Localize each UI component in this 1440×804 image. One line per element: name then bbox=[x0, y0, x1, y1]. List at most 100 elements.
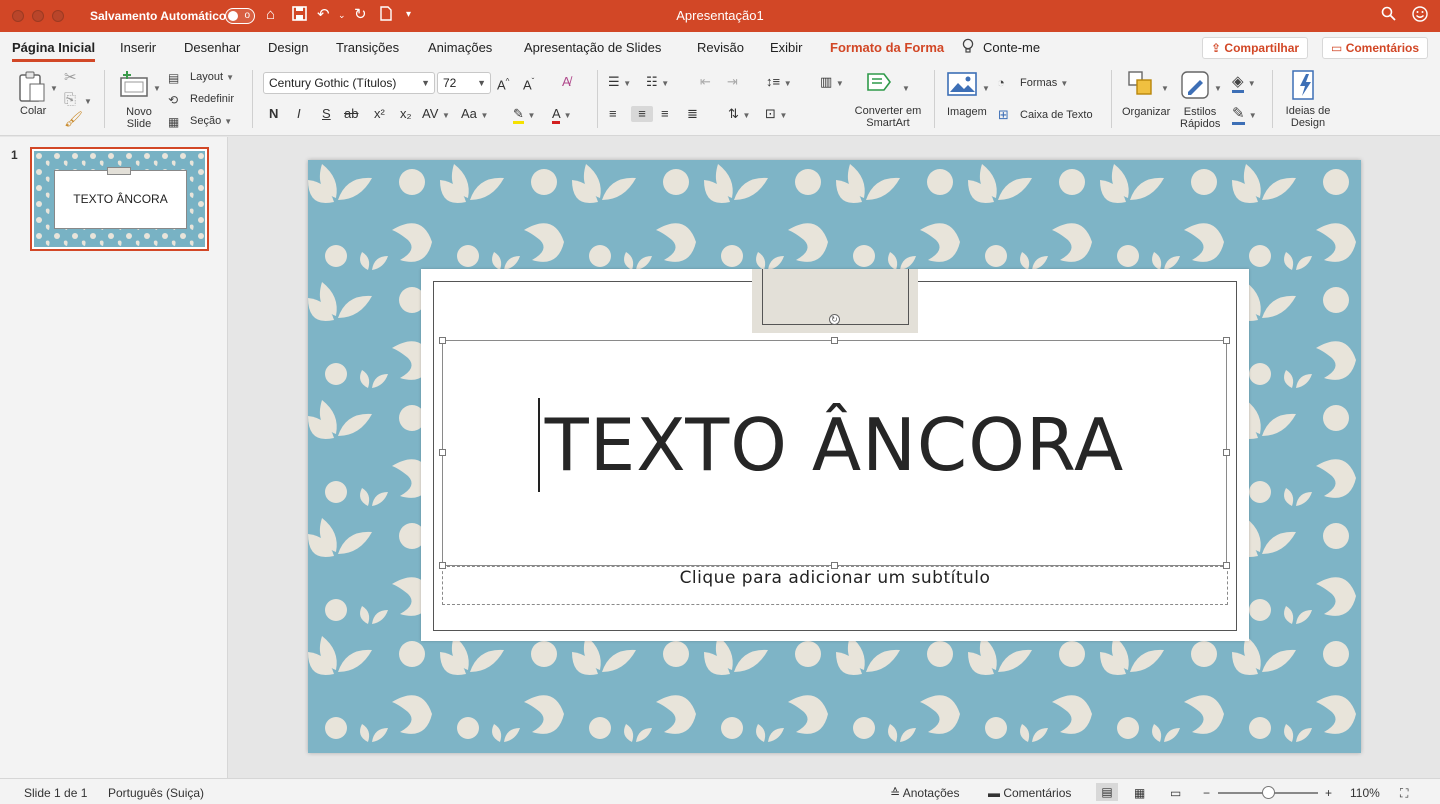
customize-toolbar-icon[interactable]: ▾ bbox=[406, 6, 411, 24]
character-spacing-button[interactable]: AV ▼ bbox=[422, 106, 450, 124]
tab-revisao[interactable]: Revisão bbox=[697, 40, 744, 55]
section-button[interactable]: Seção ▼ bbox=[190, 115, 232, 127]
cut-icon[interactable]: ✂ bbox=[64, 70, 77, 86]
bold-button[interactable]: N bbox=[269, 106, 278, 122]
tab-design[interactable]: Design bbox=[268, 40, 308, 55]
subtitle-placeholder-text[interactable]: Clique para adicionar um subtítulo bbox=[442, 568, 1228, 588]
save-icon[interactable] bbox=[292, 6, 307, 26]
increase-indent-icon[interactable]: ⇥ bbox=[727, 74, 738, 90]
paste-icon[interactable] bbox=[14, 70, 50, 109]
zoom-window-button[interactable] bbox=[52, 10, 64, 22]
new-document-icon[interactable] bbox=[380, 6, 392, 26]
slide-title-text[interactable]: TEXTO ÂNCORA bbox=[442, 402, 1227, 488]
shapes-button[interactable]: Formas ▼ bbox=[1020, 77, 1068, 89]
layout-icon[interactable]: ▤ bbox=[168, 70, 179, 86]
reading-view-icon[interactable]: ▭ bbox=[1170, 786, 1181, 800]
textbox-icon[interactable]: ⊞ bbox=[998, 107, 1009, 123]
highlight-color-button[interactable]: ✎ ▼ bbox=[513, 106, 535, 124]
arrange-dropdown-icon[interactable]: ▼ bbox=[1161, 82, 1169, 94]
align-center-icon[interactable]: ≡ bbox=[631, 106, 653, 122]
superscript-button[interactable]: x² bbox=[374, 106, 385, 122]
increase-font-icon[interactable]: A^ bbox=[497, 74, 509, 93]
rotate-handle-icon[interactable]: ↻ bbox=[829, 314, 840, 325]
layout-button[interactable]: Layout ▼ bbox=[190, 71, 234, 83]
zoom-level[interactable]: 110% bbox=[1350, 786, 1380, 800]
resize-handle[interactable] bbox=[439, 337, 446, 344]
bullets-button[interactable]: ☰ ▼ bbox=[608, 74, 631, 92]
search-icon[interactable] bbox=[1381, 6, 1396, 26]
copy-icon[interactable]: ⎘ bbox=[64, 92, 76, 108]
shapes-icon[interactable]: ◔ bbox=[997, 75, 1005, 91]
underline-button[interactable]: S bbox=[322, 106, 331, 122]
smartart-icon[interactable] bbox=[866, 70, 896, 99]
zoom-out-icon[interactable]: − bbox=[1203, 786, 1210, 800]
shape-outline-button[interactable]: ✎ ▼ bbox=[1232, 105, 1257, 125]
convert-smartart-button[interactable]: Converter em SmartArt bbox=[853, 105, 923, 129]
tab-exibir[interactable]: Exibir bbox=[770, 40, 803, 55]
quick-styles-dropdown-icon[interactable]: ▼ bbox=[1214, 82, 1222, 94]
status-comments-button[interactable]: ▬ Comentários bbox=[988, 786, 1071, 800]
align-text-button[interactable]: ⊡ ▼ bbox=[765, 106, 787, 124]
font-name-select[interactable]: Century Gothic (Títulos) ▼ bbox=[263, 72, 435, 94]
reset-button[interactable]: Redefinir bbox=[190, 93, 234, 105]
design-ideas-icon[interactable] bbox=[1290, 68, 1320, 107]
zoom-in-icon[interactable]: + bbox=[1325, 786, 1332, 800]
quick-styles-icon[interactable] bbox=[1180, 70, 1210, 105]
resize-handle[interactable] bbox=[831, 337, 838, 344]
comments-button[interactable]: ▭ Comentários bbox=[1322, 37, 1429, 59]
new-slide-dropdown-icon[interactable]: ▼ bbox=[153, 82, 161, 94]
close-window-button[interactable] bbox=[12, 10, 24, 22]
tab-animacoes[interactable]: Animações bbox=[428, 40, 492, 55]
columns-button[interactable]: ▥ ▼ bbox=[820, 74, 844, 92]
textbox-button[interactable]: Caixa de Texto bbox=[1020, 109, 1093, 121]
picture-icon[interactable] bbox=[947, 72, 977, 101]
redo-icon[interactable]: ↻ bbox=[354, 6, 367, 24]
home-icon[interactable]: ⌂ bbox=[266, 6, 275, 24]
change-case-button[interactable]: Aa ▼ bbox=[461, 106, 488, 124]
subscript-button[interactable]: x₂ bbox=[400, 106, 412, 122]
paste-dropdown-icon[interactable]: ▼ bbox=[50, 82, 58, 94]
new-slide-icon[interactable] bbox=[117, 70, 153, 103]
normal-view-icon[interactable]: ▤ bbox=[1096, 783, 1118, 801]
font-color-button[interactable]: A ▼ bbox=[552, 106, 572, 124]
text-direction-button[interactable]: ⇅ ▼ bbox=[728, 106, 750, 124]
slide-sorter-view-icon[interactable]: ▦ bbox=[1134, 786, 1145, 800]
tab-inserir[interactable]: Inserir bbox=[120, 40, 156, 55]
format-painter-icon[interactable]: 🖌 bbox=[64, 112, 83, 128]
language-indicator[interactable]: Português (Suiça) bbox=[108, 786, 204, 800]
line-spacing-button[interactable]: ↕≡ ▼ bbox=[766, 74, 792, 92]
undo-icon[interactable]: ↶ bbox=[317, 6, 330, 24]
strikethrough-button[interactable]: ab bbox=[344, 106, 358, 122]
decrease-indent-icon[interactable]: ⇤ bbox=[700, 74, 711, 90]
reset-icon[interactable]: ⟲ bbox=[168, 92, 178, 108]
decrease-font-icon[interactable]: Aˇ bbox=[523, 74, 534, 93]
tab-pagina-inicial[interactable]: Página Inicial bbox=[12, 40, 96, 62]
slide-thumbnail[interactable]: TEXTO ÂNCORA bbox=[30, 147, 209, 251]
font-size-select[interactable]: 72 ▼ bbox=[437, 72, 491, 94]
smartart-dropdown-icon[interactable]: ▼ bbox=[902, 82, 910, 94]
tab-formato-da-forma[interactable]: Formato da Forma bbox=[830, 40, 944, 55]
smiley-feedback-icon[interactable] bbox=[1412, 6, 1428, 27]
autosave-toggle[interactable]: o bbox=[225, 8, 255, 24]
align-right-icon[interactable]: ≡ bbox=[661, 106, 669, 122]
zoom-slider-handle[interactable] bbox=[1262, 786, 1275, 799]
section-icon[interactable]: ▦ bbox=[168, 114, 179, 130]
tab-apresentacao-de-slides[interactable]: Apresentação de Slides bbox=[524, 40, 661, 55]
fit-to-window-icon[interactable]: ⛶ bbox=[1400, 786, 1408, 801]
notes-button[interactable]: ≙ Anotações bbox=[890, 786, 959, 800]
minimize-window-button[interactable] bbox=[32, 10, 44, 22]
tell-me-search[interactable]: Conte-me bbox=[983, 40, 1040, 55]
tab-desenhar[interactable]: Desenhar bbox=[184, 40, 240, 55]
share-button[interactable]: ⇪ Compartilhar bbox=[1202, 37, 1309, 59]
align-left-icon[interactable]: ≡ bbox=[609, 106, 617, 122]
arrange-icon[interactable] bbox=[1127, 70, 1155, 103]
undo-dropdown-icon[interactable]: ⌄ bbox=[338, 6, 346, 24]
numbering-button[interactable]: ☷ ▼ bbox=[646, 74, 669, 92]
copy-dropdown-icon[interactable]: ▼ bbox=[84, 95, 92, 107]
picture-dropdown-icon[interactable]: ▼ bbox=[982, 82, 990, 94]
clear-formatting-icon[interactable]: A̸ bbox=[562, 74, 571, 90]
resize-handle[interactable] bbox=[1223, 337, 1230, 344]
justify-icon[interactable]: ≣ bbox=[687, 106, 698, 122]
tab-transicoes[interactable]: Transições bbox=[336, 40, 399, 55]
shape-fill-button[interactable]: ◈ ▼ bbox=[1232, 73, 1256, 93]
